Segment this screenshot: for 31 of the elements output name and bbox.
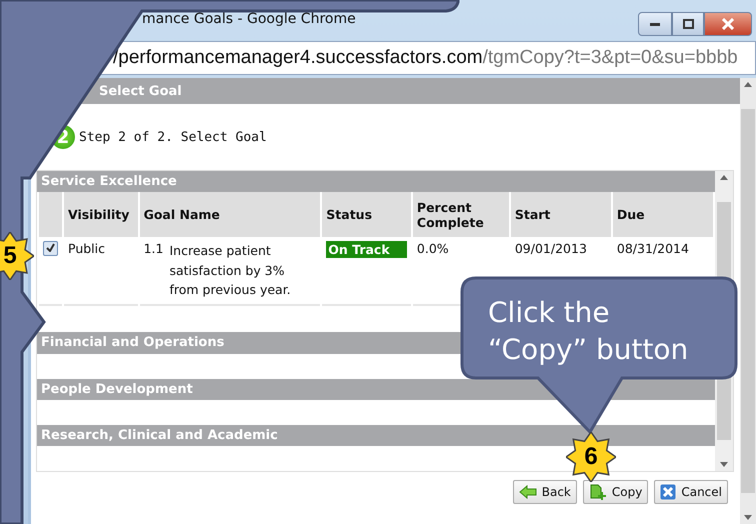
step-badge: 6 — [566, 432, 616, 482]
copy-icon — [588, 484, 607, 500]
minimize-button[interactable] — [638, 12, 672, 36]
column-header: Visibility — [64, 192, 138, 238]
scroll-down-icon[interactable] — [744, 515, 752, 520]
step-badge: 5 — [0, 232, 34, 280]
column-header: Start — [510, 192, 611, 238]
maximize-icon — [682, 19, 694, 29]
column-header: Status — [322, 192, 411, 238]
cancel-icon — [660, 484, 676, 500]
cancel-button[interactable]: Cancel — [654, 480, 728, 504]
window-title: mance Goals - Google Chrome — [142, 11, 356, 27]
status-label: On Track — [326, 241, 407, 258]
scroll-up-icon[interactable] — [744, 82, 752, 87]
column-header: Goal Name — [140, 192, 320, 238]
back-button[interactable]: Back — [512, 480, 577, 504]
scroll-down-icon[interactable] — [720, 462, 728, 467]
page-scrollbar[interactable] — [740, 78, 756, 524]
table-cell: Public — [64, 237, 138, 306]
back-arrow-icon — [518, 485, 537, 499]
maximize-button[interactable] — [672, 12, 704, 36]
copy-button[interactable]: Copy — [582, 480, 648, 504]
table-cell: 1.1 Increase patient satisfaction by 3% from previous year. — [140, 237, 320, 306]
column-header: Due — [612, 192, 713, 238]
column-header: Percent Complete — [412, 192, 509, 238]
minimize-icon — [650, 22, 660, 26]
close-button[interactable] — [704, 12, 752, 36]
checkbox[interactable] — [43, 241, 58, 256]
close-icon — [722, 18, 734, 30]
step-label: Step 2 of 2. Select Goal — [79, 130, 267, 144]
scroll-up-icon[interactable] — [720, 175, 728, 180]
